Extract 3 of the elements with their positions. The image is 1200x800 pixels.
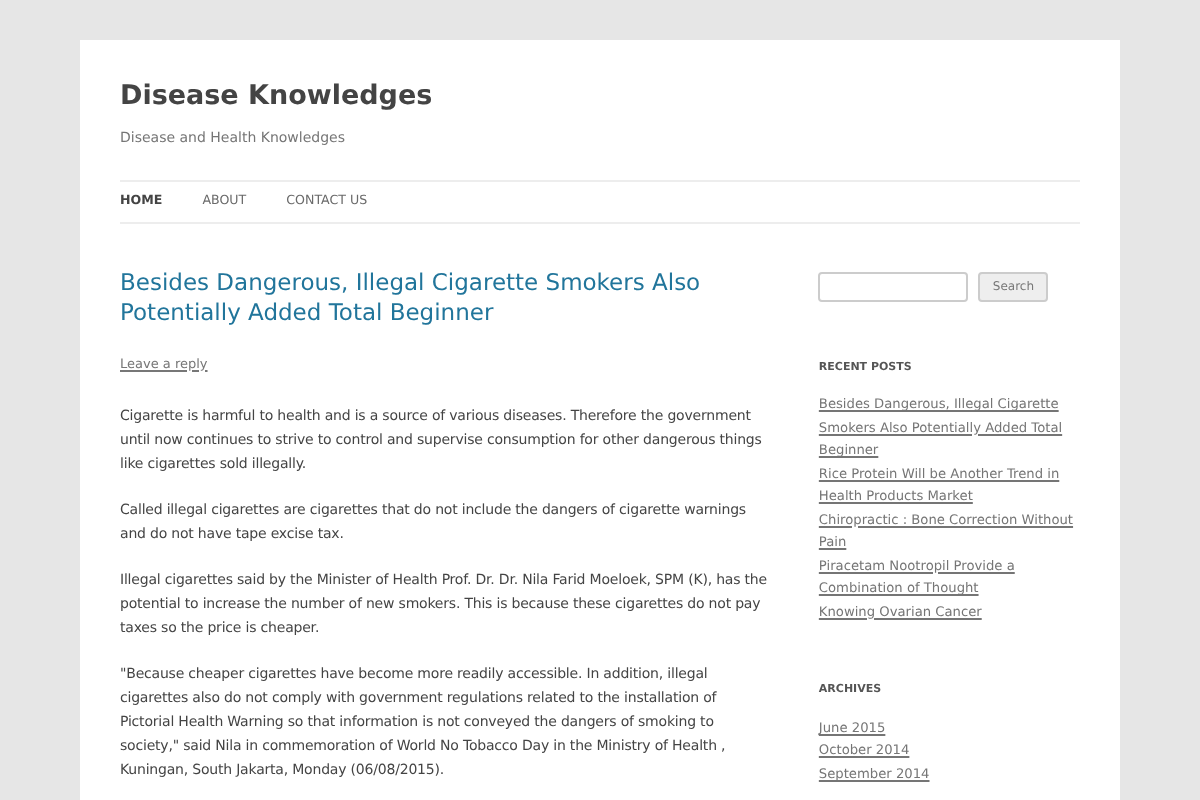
post-title[interactable]: Besides Dangerous, Illegal Cigarette Smokers Also Potentially Added Total Beginner <box>120 267 773 328</box>
search-field[interactable] <box>818 271 969 302</box>
site-title[interactable]: Disease Knowledges <box>120 40 1080 113</box>
